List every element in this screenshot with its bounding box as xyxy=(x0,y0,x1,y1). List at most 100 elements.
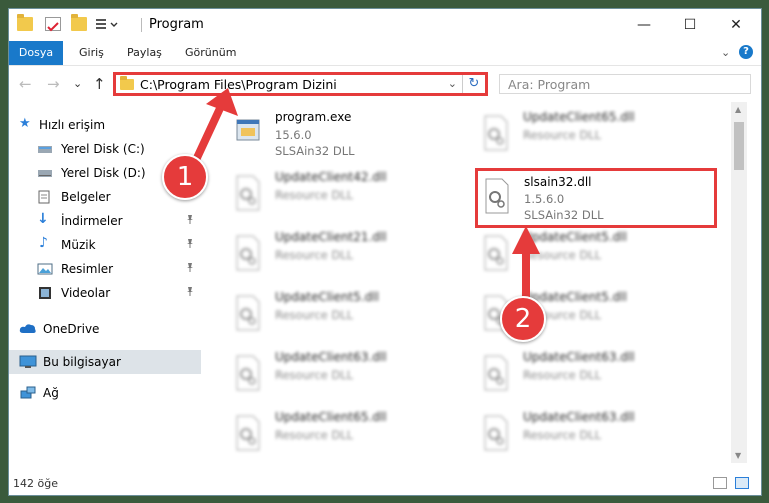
scrollbar-thumb[interactable] xyxy=(734,122,744,170)
file-item-highlighted[interactable]: slsain32.dll 1.5.6.0 SLSAin32 DLL xyxy=(475,168,717,228)
expand-ribbon-icon[interactable]: ⌄ xyxy=(721,46,730,59)
file-item[interactable]: program.exe 15.6.0 SLSAin32 DLL xyxy=(227,108,457,164)
file-detail: Resource DLL xyxy=(523,428,602,442)
file-detail: 15.6.0 xyxy=(275,128,312,142)
music-icon: ♪ xyxy=(39,235,48,251)
explorer-window: Program — ☐ ✕ Dosya Giriş Paylaş Görünüm… xyxy=(8,8,762,496)
file-detail: Resource DLL xyxy=(275,248,354,262)
sidebar-item-label: Videolar xyxy=(61,286,111,300)
large-icons-view-icon[interactable] xyxy=(735,477,749,489)
file-item[interactable]: UpdateClient65.dll Resource DLL xyxy=(227,408,457,464)
file-name: UpdateClient5.dll xyxy=(275,290,379,304)
title-separator xyxy=(141,18,142,32)
properties-icon[interactable] xyxy=(45,17,61,32)
recent-locations-chevron-icon[interactable]: ⌄ xyxy=(73,77,82,90)
sidebar-item-videos[interactable]: Videolar xyxy=(9,282,201,304)
title-bar: Program — ☐ ✕ xyxy=(9,9,761,41)
dll-file-icon xyxy=(481,114,511,152)
new-folder-icon[interactable] xyxy=(71,14,87,31)
sidebar-item-this-pc[interactable]: Bu bilgisayar xyxy=(9,350,201,374)
sidebar-item-network[interactable]: Ağ xyxy=(9,382,201,404)
dll-file-icon xyxy=(233,414,263,452)
pin-icon[interactable] xyxy=(185,262,195,275)
tab-paylas[interactable]: Paylaş xyxy=(127,41,162,65)
back-arrow-icon[interactable]: ← xyxy=(19,75,32,93)
vertical-scrollbar[interactable]: ▲ ▼ xyxy=(731,102,747,463)
tab-giris[interactable]: Giriş xyxy=(79,41,104,65)
file-detail: Resource DLL xyxy=(523,248,602,262)
drive-icon xyxy=(37,142,52,156)
file-name: UpdateClient63.dll xyxy=(523,410,635,424)
file-item[interactable]: UpdateClient63.dll Resource DLL xyxy=(475,408,705,464)
up-arrow-icon[interactable]: ↑ xyxy=(93,75,106,93)
tab-gorunum[interactable]: Görünüm xyxy=(185,41,236,65)
sidebar-item-label: Yerel Disk (C:) xyxy=(61,142,145,156)
file-detail: Resource DLL xyxy=(275,428,354,442)
sidebar-item-onedrive[interactable]: OneDrive xyxy=(9,318,201,340)
file-item[interactable]: UpdateClient21.dll Resource DLL xyxy=(227,228,457,284)
dll-file-icon xyxy=(233,234,263,272)
customize-toolbar-icon[interactable] xyxy=(95,17,121,31)
scroll-up-icon[interactable]: ▲ xyxy=(735,105,741,114)
file-item[interactable]: UpdateClient42.dll Resource DLL xyxy=(227,168,457,224)
tab-dosya[interactable]: Dosya xyxy=(9,41,63,65)
document-icon xyxy=(37,190,51,204)
dll-file-icon xyxy=(233,354,263,392)
dll-file-icon xyxy=(233,294,263,332)
minimize-button[interactable]: — xyxy=(621,9,667,41)
picture-icon xyxy=(37,262,53,276)
status-bar: 142 öğe xyxy=(9,473,761,495)
dll-file-icon xyxy=(481,354,511,392)
help-icon[interactable]: ? xyxy=(739,45,753,59)
pin-icon[interactable] xyxy=(185,286,195,299)
file-name: UpdateClient42.dll xyxy=(275,170,387,184)
sidebar-item-label: Hızlı erişim xyxy=(39,118,106,132)
scroll-down-icon[interactable]: ▼ xyxy=(735,451,741,460)
pin-icon[interactable] xyxy=(185,214,195,227)
file-item[interactable]: UpdateClient5.dll Resource DLL xyxy=(227,288,457,344)
sidebar-item-pictures[interactable]: Resimler xyxy=(9,258,201,280)
file-detail: Resource DLL xyxy=(275,368,354,382)
file-detail: SLSAin32 DLL xyxy=(275,144,355,158)
window-title: Program xyxy=(149,17,204,32)
file-list: program.exe 15.6.0 SLSAin32 DLL UpdateCl… xyxy=(205,102,747,463)
step-badge-2: 2 xyxy=(500,296,546,342)
file-detail: Resource DLL xyxy=(523,368,602,382)
file-item[interactable]: UpdateClient5.dll Resource DLL xyxy=(475,228,705,284)
star-icon: ★ xyxy=(19,116,31,131)
sidebar-item-quick-access[interactable]: ★ Hızlı erişim xyxy=(9,114,201,136)
file-item[interactable]: UpdateClient63.dll Resource DLL xyxy=(475,348,705,404)
file-name: UpdateClient63.dll xyxy=(275,350,387,364)
file-name: UpdateClient21.dll xyxy=(275,230,387,244)
file-name: slsain32.dll xyxy=(524,175,592,189)
sidebar-item-label: OneDrive xyxy=(43,322,100,336)
close-button[interactable]: ✕ xyxy=(713,9,759,41)
sidebar-item-music[interactable]: ♪ Müzik xyxy=(9,234,201,256)
file-name: UpdateClient65.dll xyxy=(523,110,635,124)
maximize-button[interactable]: ☐ xyxy=(667,9,713,41)
search-input[interactable]: Ara: Program xyxy=(508,77,590,92)
search-box[interactable]: Ara: Program xyxy=(499,74,751,94)
item-count: 142 öğe xyxy=(13,477,58,490)
drive-icon xyxy=(37,166,52,180)
step-badge-1: 1 xyxy=(162,154,208,200)
sidebar-item-label: İndirmeler xyxy=(61,214,123,228)
address-history-chevron-icon[interactable]: ⌄ xyxy=(448,77,457,90)
address-bar[interactable]: C:\Program Files\Program Dizini ⌄ ↻ xyxy=(113,72,488,96)
refresh-icon[interactable]: ↻ xyxy=(462,75,485,93)
file-detail: Resource DLL xyxy=(523,128,602,142)
file-item[interactable]: UpdateClient63.dll Resource DLL xyxy=(227,348,457,404)
address-path[interactable]: C:\Program Files\Program Dizini xyxy=(140,77,337,92)
dll-file-icon xyxy=(481,414,511,452)
forward-arrow-icon[interactable]: → xyxy=(47,75,60,93)
file-name: UpdateClient65.dll xyxy=(275,410,387,424)
details-view-icon[interactable] xyxy=(713,477,727,489)
file-detail: 1.5.6.0 xyxy=(524,192,565,206)
folder-icon xyxy=(120,76,134,90)
sidebar-item-downloads[interactable]: ↓ İndirmeler xyxy=(9,210,201,232)
ribbon: Dosya Giriş Paylaş Görünüm ⌄ ? xyxy=(9,41,761,66)
cloud-icon xyxy=(19,322,36,336)
pin-icon[interactable] xyxy=(185,238,195,251)
network-icon xyxy=(19,386,36,400)
file-item[interactable]: UpdateClient65.dll Resource DLL xyxy=(475,108,705,164)
